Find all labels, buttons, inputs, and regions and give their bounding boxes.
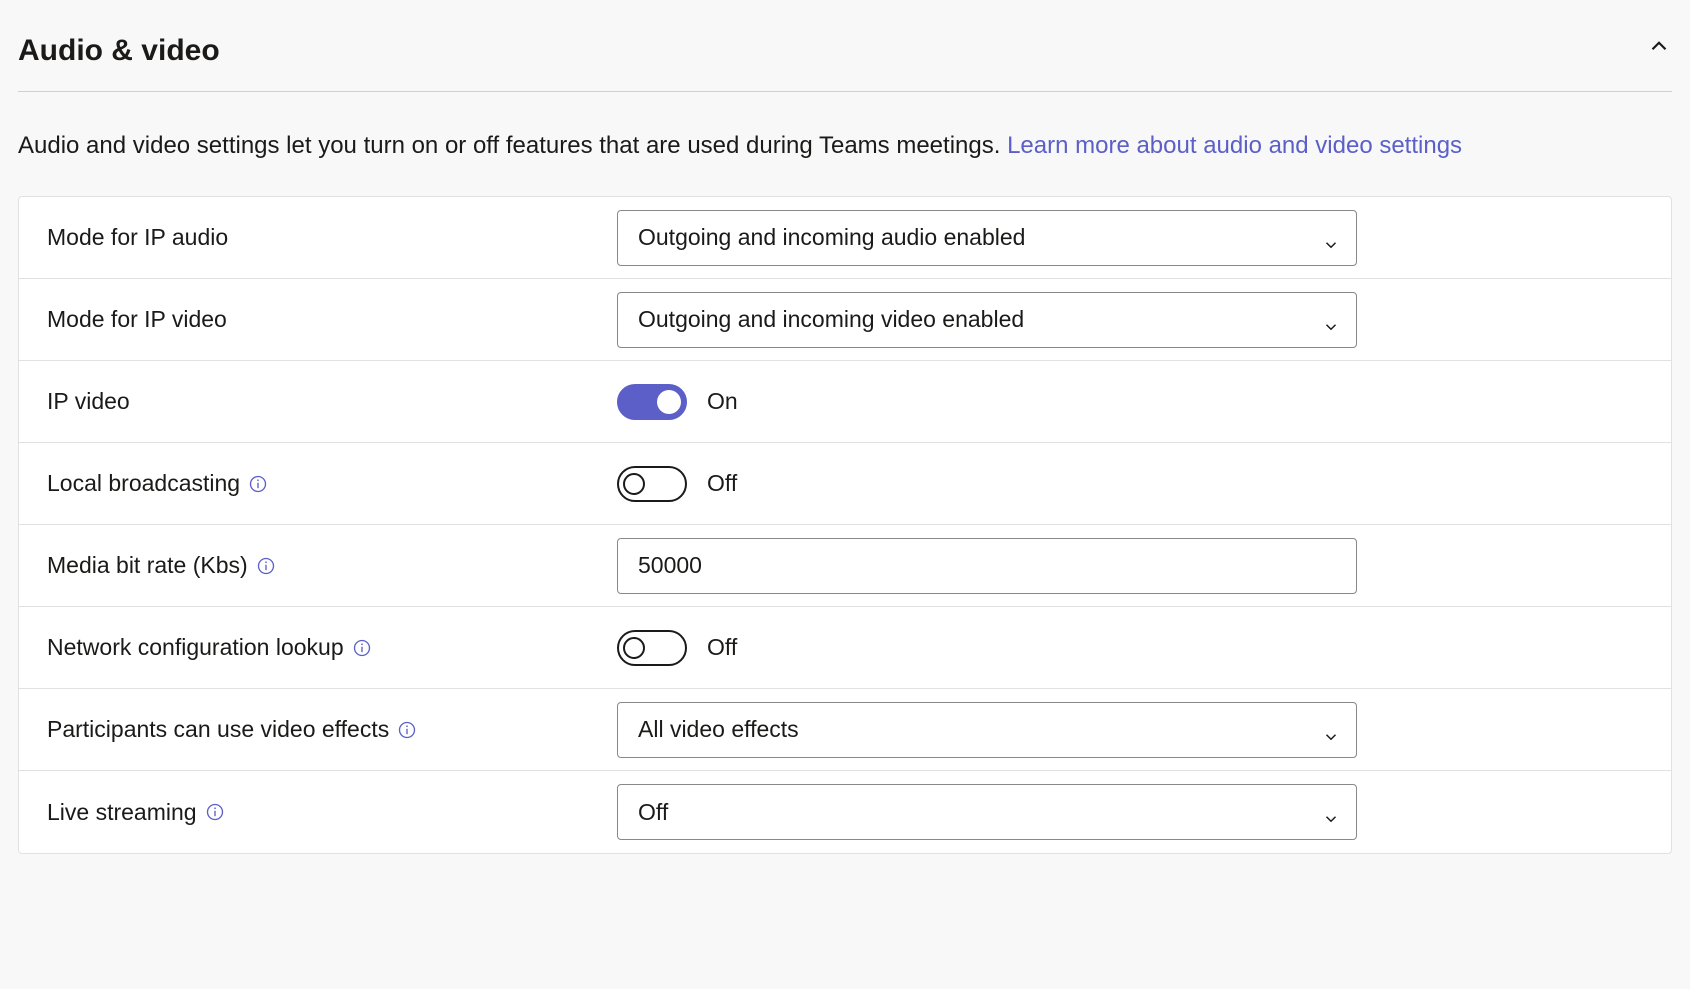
label-live-streaming: Live streaming (47, 795, 197, 830)
settings-panel: Mode for IP audio Outgoing and incoming … (18, 196, 1672, 854)
label-local-broadcasting: Local broadcasting (47, 466, 240, 501)
dropdown-live-streaming-value: Off (638, 795, 668, 830)
dropdown-ip-audio-mode-value: Outgoing and incoming audio enabled (638, 220, 1025, 255)
section-description: Audio and video settings let you turn on… (18, 92, 1672, 196)
label-ip-video: IP video (47, 384, 130, 419)
toggle-network-lookup[interactable] (617, 630, 687, 666)
dropdown-ip-audio-mode[interactable]: Outgoing and incoming audio enabled (617, 210, 1357, 266)
toggle-local-broadcasting[interactable] (617, 466, 687, 502)
info-icon[interactable] (256, 556, 276, 576)
chevron-down-icon (1322, 721, 1340, 739)
learn-more-link[interactable]: Learn more about audio and video setting… (1007, 132, 1462, 159)
info-icon[interactable] (397, 720, 417, 740)
label-media-bit-rate: Media bit rate (Kbs) (47, 548, 248, 583)
label-network-lookup: Network configuration lookup (47, 630, 344, 665)
dropdown-video-effects-value: All video effects (638, 712, 799, 747)
dropdown-ip-video-mode-value: Outgoing and incoming video enabled (638, 302, 1024, 337)
row-media-bit-rate: Media bit rate (Kbs) (19, 525, 1671, 607)
toggle-network-lookup-state: Off (707, 630, 737, 665)
dropdown-live-streaming[interactable]: Off (617, 784, 1357, 840)
chevron-up-icon[interactable] (1646, 33, 1672, 68)
row-live-streaming: Live streaming Off (19, 771, 1671, 853)
dropdown-video-effects[interactable]: All video effects (617, 702, 1357, 758)
label-video-effects: Participants can use video effects (47, 712, 389, 747)
toggle-ip-video[interactable] (617, 384, 687, 420)
chevron-down-icon (1322, 803, 1340, 821)
label-ip-video-mode: Mode for IP video (47, 302, 227, 337)
section-header[interactable]: Audio & video (18, 18, 1672, 92)
row-ip-video-mode: Mode for IP video Outgoing and incoming … (19, 279, 1671, 361)
info-icon[interactable] (205, 802, 225, 822)
chevron-down-icon (1322, 311, 1340, 329)
row-ip-video: IP video On (19, 361, 1671, 443)
toggle-local-broadcasting-state: Off (707, 466, 737, 501)
row-ip-audio-mode: Mode for IP audio Outgoing and incoming … (19, 197, 1671, 279)
row-network-lookup: Network configuration lookup Off (19, 607, 1671, 689)
section-title: Audio & video (18, 28, 220, 73)
row-video-effects: Participants can use video effects All v… (19, 689, 1671, 771)
chevron-down-icon (1322, 229, 1340, 247)
dropdown-ip-video-mode[interactable]: Outgoing and incoming video enabled (617, 292, 1357, 348)
description-text: Audio and video settings let you turn on… (18, 132, 1007, 159)
row-local-broadcasting: Local broadcasting Off (19, 443, 1671, 525)
info-icon[interactable] (248, 474, 268, 494)
label-ip-audio-mode: Mode for IP audio (47, 220, 228, 255)
toggle-ip-video-state: On (707, 384, 738, 419)
input-media-bit-rate[interactable] (617, 538, 1357, 594)
info-icon[interactable] (352, 638, 372, 658)
